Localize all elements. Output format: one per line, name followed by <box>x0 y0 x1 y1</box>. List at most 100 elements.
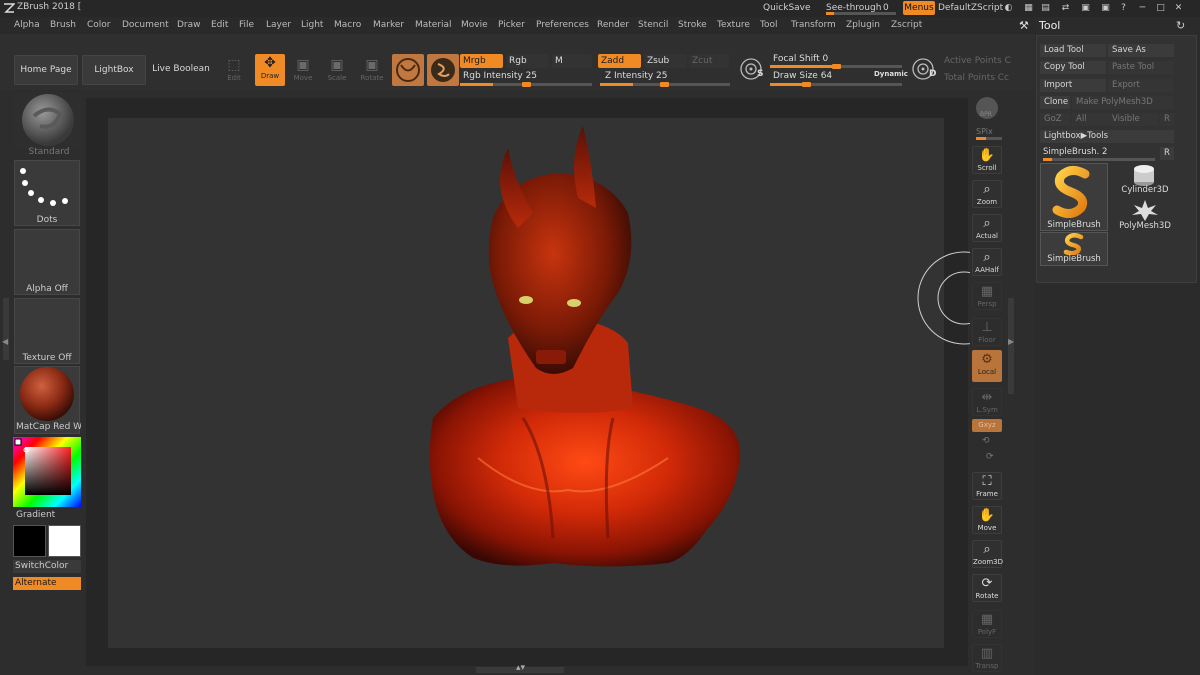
gxyz-button[interactable]: Gxyz <box>972 419 1002 432</box>
lightbox-tools-button[interactable]: Lightbox▶Tools <box>1040 130 1174 143</box>
menu-macro[interactable]: Macro <box>334 20 361 30</box>
gradient-label[interactable]: Gradient <box>16 510 55 520</box>
menu-color[interactable]: Color <box>87 20 111 30</box>
move-button[interactable]: ▣ Move <box>289 56 317 86</box>
goz-r-button[interactable]: R <box>1160 113 1174 126</box>
tool-thumb-simplebrush-small[interactable]: SimpleBrush <box>1040 232 1108 266</box>
menu-light[interactable]: Light <box>301 20 323 30</box>
menu-material[interactable]: Material <box>415 20 452 30</box>
menu-edit[interactable]: Edit <box>211 20 228 30</box>
menu-alpha[interactable]: Alpha <box>14 20 40 30</box>
default-zscript-button[interactable]: DefaultZScript <box>938 3 1003 13</box>
texture-off-button[interactable]: Texture Off <box>14 298 80 364</box>
material-sphere-button[interactable] <box>392 54 424 86</box>
grid-icon[interactable]: ▦ <box>1023 3 1034 14</box>
local-button[interactable]: ⚙ Local <box>972 350 1002 382</box>
edit-button[interactable]: ⬚ Edit <box>220 56 248 86</box>
document-viewport[interactable] <box>108 118 944 648</box>
panel-right-icon[interactable]: ▣ <box>1100 3 1111 14</box>
menu-transform[interactable]: Transform <box>791 20 836 30</box>
refresh-icon[interactable]: ↻ <box>1176 19 1185 32</box>
scroll-button[interactable]: ✋ Scroll <box>972 146 1002 174</box>
simplebrush-slider[interactable] <box>1043 158 1155 161</box>
menu-render[interactable]: Render <box>597 20 629 30</box>
load-tool-button[interactable]: Load Tool <box>1040 44 1106 57</box>
lightbox-button[interactable]: LightBox <box>82 55 146 85</box>
secondary-color-swatch[interactable] <box>48 525 81 557</box>
brush-standard-button[interactable] <box>14 92 80 150</box>
rgb-intensity-knob[interactable] <box>522 82 531 87</box>
save-as-button[interactable]: Save As <box>1108 44 1174 57</box>
rotate-view-button[interactable]: ⟳ Rotate <box>972 574 1002 602</box>
rotate-y-icon[interactable]: ⟲ <box>982 436 990 446</box>
bpr-button[interactable]: BPR <box>974 96 1000 122</box>
lazy-mouse-d-button[interactable]: D <box>909 55 939 85</box>
quicksave-button[interactable]: QuickSave <box>763 3 811 13</box>
lsym-button[interactable]: ⇹ L.Sym <box>972 388 1002 416</box>
goz-visible-button[interactable]: Visible <box>1108 113 1158 126</box>
panel-left-icon[interactable]: ▣ <box>1080 3 1091 14</box>
z-intensity-knob[interactable] <box>660 82 669 87</box>
draw-size-slider[interactable] <box>770 82 902 87</box>
copy-tool-button[interactable]: Copy Tool <box>1040 61 1106 74</box>
draw-button[interactable]: ✥ Draw <box>255 54 285 86</box>
focal-shift-slider[interactable] <box>770 64 902 69</box>
right-tray-collapse-handle[interactable] <box>1008 298 1014 394</box>
simplebrush-r-button[interactable]: R <box>1160 147 1174 160</box>
color-wheel-picker[interactable] <box>13 437 81 507</box>
move-view-button[interactable]: ✋ Move <box>972 506 1002 534</box>
tool-thumb-polymesh3d[interactable]: PolyMesh3D <box>1110 199 1180 233</box>
menu-layer[interactable]: Layer <box>266 20 291 30</box>
zcut-toggle[interactable]: Zcut <box>689 54 729 68</box>
menu-preferences[interactable]: Preferences <box>536 20 589 30</box>
live-boolean-button[interactable]: Live Boolean <box>150 55 212 85</box>
menu-tool[interactable]: Tool <box>760 20 777 30</box>
menus-button[interactable]: Menus <box>903 1 935 15</box>
persp-button[interactable]: ▦ Persp <box>972 282 1002 310</box>
menu-stroke[interactable]: Stroke <box>678 20 707 30</box>
main-color-swatch[interactable] <box>13 525 46 557</box>
export-button[interactable]: Export <box>1108 79 1174 92</box>
color-picker[interactable] <box>13 437 81 507</box>
zoom3d-button[interactable]: ⌕ Zoom3D <box>972 540 1003 568</box>
layout-icon[interactable]: ▤ <box>1040 3 1051 14</box>
goz-all-button[interactable]: All <box>1072 113 1108 126</box>
menu-picker[interactable]: Picker <box>498 20 525 30</box>
menu-movie[interactable]: Movie <box>461 20 488 30</box>
polyf-button[interactable]: ▦ PolyF <box>972 610 1002 638</box>
close-icon[interactable]: ✕ <box>1173 3 1184 14</box>
home-page-button[interactable]: Home Page <box>14 55 78 85</box>
tool-thumb-simplebrush[interactable]: SimpleBrush <box>1040 163 1108 231</box>
rgb-toggle[interactable]: Rgb <box>506 54 549 68</box>
menu-document[interactable]: Document <box>122 20 169 30</box>
menu-texture[interactable]: Texture <box>717 20 750 30</box>
switch-color-button[interactable]: SwitchColor <box>13 560 81 573</box>
menu-marker[interactable]: Marker <box>373 20 404 30</box>
zoom-button[interactable]: ⌕ Zoom <box>972 180 1002 208</box>
help-icon[interactable]: ? <box>1118 3 1129 14</box>
focal-shift-knob[interactable] <box>832 64 841 69</box>
draw-size-knob[interactable] <box>802 82 811 87</box>
see-through-slider[interactable] <box>826 12 896 15</box>
frame-button[interactable]: ⛶ Frame <box>972 472 1002 500</box>
clone-button[interactable]: Clone <box>1040 96 1070 109</box>
rotate-z-icon[interactable]: ⟳ <box>986 452 994 462</box>
make-polymesh3d-button[interactable]: Make PolyMesh3D <box>1072 96 1174 109</box>
left-tray-collapse-handle[interactable] <box>3 298 9 360</box>
m-toggle[interactable]: M <box>552 54 592 68</box>
minimize-icon[interactable]: ─ <box>1137 3 1148 14</box>
rotate-button[interactable]: ▣ Rotate <box>358 56 386 86</box>
transp-button[interactable]: ▥ Transp <box>972 644 1002 672</box>
zsub-toggle[interactable]: Zsub <box>644 54 687 68</box>
maximize-icon[interactable]: □ <box>1155 3 1166 14</box>
zadd-toggle[interactable]: Zadd <box>598 54 641 68</box>
scale-button[interactable]: ▣ Scale <box>323 56 351 86</box>
tool-palette-title[interactable]: Tool <box>1039 19 1060 32</box>
rgb-intensity-slider[interactable] <box>460 82 592 87</box>
goz-button[interactable]: GoZ <box>1040 113 1070 126</box>
import-button[interactable]: Import <box>1040 79 1106 92</box>
stroke-dots-button[interactable]: Dots <box>14 160 80 226</box>
floor-button[interactable]: ⊥ Floor <box>972 318 1002 346</box>
dynamic-toggle[interactable]: Dynamic <box>874 70 908 78</box>
alternate-button[interactable]: Alternate <box>13 577 81 590</box>
